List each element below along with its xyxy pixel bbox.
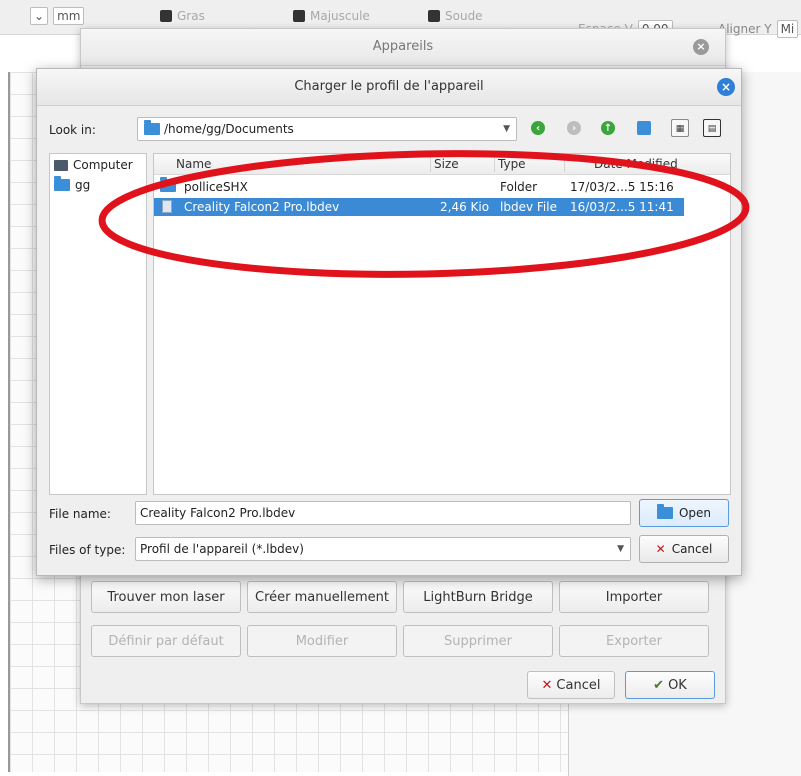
weld-toggle[interactable]: Soude — [428, 7, 483, 25]
column-name[interactable]: Name — [176, 157, 211, 171]
cancel-x-icon: ✕ — [655, 542, 666, 556]
sidebar-item-label: gg — [75, 178, 91, 192]
uppercase-icon — [293, 10, 305, 22]
look-in-path: /home/gg/Documents — [164, 122, 294, 136]
unit-selector[interactable]: ⌄ mm — [30, 7, 85, 25]
uppercase-toggle[interactable]: Majuscule — [293, 7, 370, 25]
cancel-x-icon: ✕ — [541, 677, 553, 693]
align-y: Aligner Y Mi — [718, 20, 799, 38]
file-row-selected[interactable]: Creality Falcon2 Pro.lbdev 2,46 Kio lbde… — [154, 198, 684, 216]
load-dialog-title: Charger le profil de l'appareil — [37, 69, 741, 106]
file-list: Name Size Type Date Modified polliceSHX … — [153, 153, 731, 495]
folder-icon — [656, 504, 673, 519]
file-type: lbdev File — [500, 200, 557, 214]
file-modified: 17/03/2...5 15:16 — [570, 180, 674, 194]
uppercase-label: Majuscule — [310, 9, 370, 23]
set-default-button[interactable]: Définir par défaut — [91, 625, 241, 657]
devices-cancel-label: Cancel — [556, 677, 601, 693]
find-laser-button[interactable]: Trouver mon laser — [91, 581, 241, 613]
devices-dialog-title: Appareils — [81, 29, 725, 66]
file-list-header: Name Size Type Date Modified — [154, 154, 730, 175]
parent-directory-icon[interactable]: ↑ — [601, 121, 615, 135]
lightburn-bridge-button[interactable]: LightBurn Bridge — [403, 581, 553, 613]
look-in-label: Look in: — [49, 123, 96, 137]
chevron-down-icon: ⌄ — [30, 7, 49, 25]
file-type-label: Files of type: — [49, 543, 126, 557]
computer-icon — [54, 159, 68, 171]
delete-button[interactable]: Supprimer — [403, 625, 553, 657]
file-name: Creality Falcon2 Pro.lbdev — [184, 200, 340, 214]
column-size[interactable]: Size — [434, 157, 459, 171]
create-manually-button[interactable]: Créer manuellement — [247, 581, 397, 613]
cancel-label: Cancel — [671, 542, 713, 556]
look-in-combo[interactable]: /home/gg/Documents ▼ — [137, 117, 517, 141]
devices-ok-label: OK — [668, 677, 687, 693]
file-size: 2,46 Kio — [440, 200, 490, 214]
open-label: Open — [678, 506, 712, 520]
file-name-label: File name: — [49, 507, 111, 521]
load-profile-dialog: Charger le profil de l'appareil × Look i… — [36, 68, 742, 576]
export-button[interactable]: Exporter — [559, 625, 709, 657]
align-y-select[interactable]: Mi — [776, 20, 799, 38]
bold-label: Gras — [177, 9, 205, 23]
detail-view-icon[interactable]: ▤ — [703, 119, 721, 137]
bold-toggle[interactable]: Gras — [160, 7, 205, 25]
sidebar-item-gg[interactable]: gg — [54, 176, 91, 192]
import-button[interactable]: Importer — [559, 581, 709, 613]
list-view-icon[interactable]: ▦ — [671, 119, 689, 137]
folder-icon — [160, 176, 176, 195]
sidebar-item-computer[interactable]: Computer — [54, 158, 133, 172]
unit-label: mm — [53, 7, 85, 25]
checkmark-icon: ✔ — [653, 677, 665, 693]
places-sidebar: Computer gg — [49, 153, 147, 495]
close-icon[interactable]: × — [693, 39, 709, 55]
column-date-modified[interactable]: Date Modified — [594, 157, 678, 171]
open-button[interactable]: Open — [639, 499, 729, 527]
file-type-value: Profil de l'appareil (*.lbdev) — [140, 542, 304, 556]
file-name-value: Creality Falcon2 Pro.lbdev — [140, 506, 296, 520]
devices-ok-button[interactable]: ✔ OK — [625, 671, 715, 699]
file-modified: 16/03/2...5 11:41 — [570, 200, 674, 214]
column-divider — [430, 156, 431, 172]
column-divider — [564, 156, 565, 172]
bold-icon — [160, 10, 172, 22]
column-type[interactable]: Type — [498, 157, 526, 171]
column-divider — [494, 156, 495, 172]
file-row[interactable]: polliceSHX Folder 17/03/2...5 15:16 — [154, 176, 684, 196]
sidebar-item-label: Computer — [73, 158, 133, 172]
close-icon[interactable]: × — [717, 78, 735, 96]
align-y-label: Aligner Y — [718, 22, 772, 36]
cancel-button[interactable]: ✕ Cancel — [639, 535, 729, 563]
weld-label: Soude — [445, 9, 483, 23]
file-name: polliceSHX — [184, 180, 248, 194]
chevron-down-icon: ▼ — [503, 124, 510, 134]
devices-cancel-button[interactable]: ✕ Cancel — [527, 671, 615, 699]
chevron-down-icon: ▼ — [617, 544, 624, 554]
file-type-select[interactable]: Profil de l'appareil (*.lbdev) ▼ — [135, 537, 631, 561]
file-type: Folder — [500, 180, 538, 194]
edit-button[interactable]: Modifier — [247, 625, 397, 657]
folder-icon — [54, 176, 70, 191]
folder-icon — [144, 120, 160, 135]
file-name-input[interactable]: Creality Falcon2 Pro.lbdev — [135, 501, 631, 525]
back-icon[interactable]: ‹ — [531, 121, 545, 135]
weld-icon — [428, 10, 440, 22]
forward-icon[interactable]: › — [567, 121, 581, 135]
file-icon — [162, 200, 172, 216]
new-folder-icon[interactable] — [637, 121, 651, 135]
